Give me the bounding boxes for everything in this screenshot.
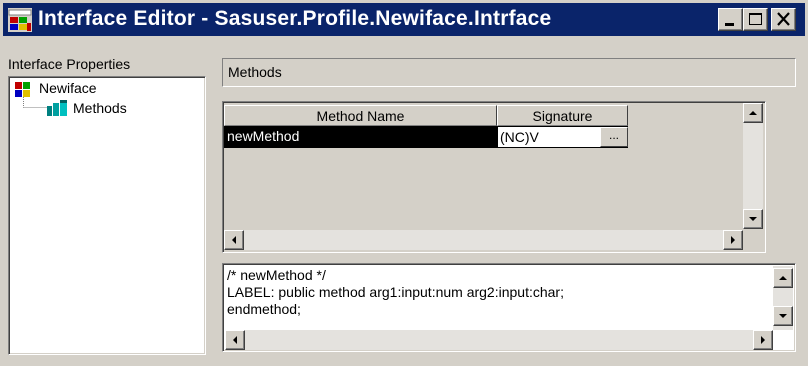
close-button[interactable] bbox=[771, 8, 796, 31]
code-line: endmethod; bbox=[227, 301, 301, 317]
arrow-left-icon bbox=[232, 236, 236, 244]
methods-field: Methods bbox=[222, 58, 796, 87]
minimize-icon bbox=[725, 23, 734, 26]
method-grid[interactable]: Method Name Signature newMethod (NC)V ..… bbox=[222, 101, 766, 253]
editor-scroll-down-button[interactable] bbox=[773, 306, 793, 326]
maximize-button[interactable] bbox=[743, 8, 768, 31]
methods-icon bbox=[47, 100, 67, 116]
table-row-method-name[interactable]: newMethod bbox=[224, 126, 497, 148]
arrow-right-icon bbox=[761, 336, 765, 344]
grid-horizontal-scrollbar[interactable] bbox=[224, 230, 743, 250]
scroll-corner bbox=[743, 230, 763, 250]
window-title: Interface Editor - Sasuser.Profile.Newif… bbox=[38, 7, 552, 30]
scroll-down-button[interactable] bbox=[743, 209, 763, 229]
method-source-editor[interactable]: /* newMethod */ LABEL: public method arg… bbox=[222, 263, 796, 352]
interface-properties-label: Interface Properties bbox=[8, 56, 131, 72]
interface-icon bbox=[15, 82, 30, 97]
interface-editor-window: Interface Editor - Sasuser.Profile.Newif… bbox=[0, 0, 808, 366]
scroll-left-button[interactable] bbox=[224, 230, 244, 250]
arrow-right-icon bbox=[731, 236, 735, 244]
interface-properties-tree[interactable]: Newiface Methods bbox=[8, 76, 206, 355]
column-header-signature[interactable]: Signature bbox=[497, 105, 628, 126]
arrow-left-icon bbox=[233, 336, 237, 344]
editor-vertical-scrollbar[interactable] bbox=[773, 266, 793, 330]
maximize-icon bbox=[749, 13, 762, 25]
tree-item-newiface[interactable]: Newiface bbox=[39, 80, 97, 96]
arrow-down-icon bbox=[749, 217, 757, 221]
editor-scroll-up-button[interactable] bbox=[773, 268, 793, 288]
tree-item-methods[interactable]: Methods bbox=[73, 100, 127, 116]
editor-horizontal-scrollbar[interactable] bbox=[225, 330, 773, 350]
arrow-up-icon bbox=[779, 276, 787, 280]
code-line: LABEL: public method arg1:input:num arg2… bbox=[227, 284, 564, 300]
grid-vertical-scrollbar[interactable] bbox=[743, 103, 763, 229]
title-bar[interactable]: Interface Editor - Sasuser.Profile.Newif… bbox=[3, 3, 805, 36]
methods-field-value: Methods bbox=[228, 64, 282, 80]
signature-value: (NC)V bbox=[500, 129, 539, 145]
arrow-up-icon bbox=[749, 111, 757, 115]
minimize-button[interactable] bbox=[718, 8, 743, 31]
code-line: /* newMethod */ bbox=[227, 267, 326, 283]
signature-edit-button[interactable]: ... bbox=[600, 127, 628, 147]
close-icon bbox=[777, 12, 790, 26]
app-icon bbox=[8, 8, 32, 32]
arrow-down-icon bbox=[779, 314, 787, 318]
column-header-method-name[interactable]: Method Name bbox=[224, 105, 497, 126]
scroll-up-button[interactable] bbox=[743, 103, 763, 123]
editor-scroll-right-button[interactable] bbox=[753, 330, 773, 350]
editor-scroll-left-button[interactable] bbox=[225, 330, 245, 350]
scroll-right-button[interactable] bbox=[723, 230, 743, 250]
